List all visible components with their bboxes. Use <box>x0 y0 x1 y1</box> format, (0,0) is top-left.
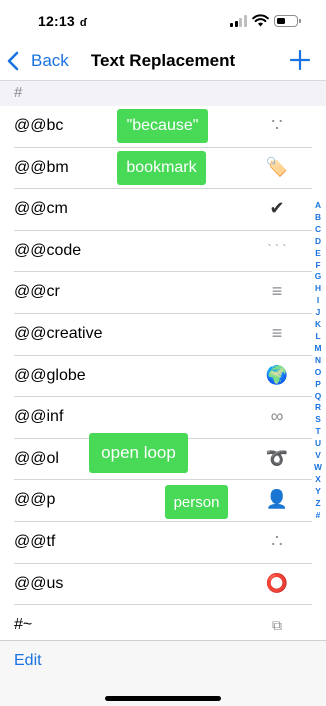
list-item[interactable]: @@creative ≡ <box>14 314 312 356</box>
tooltip-open-loop: open loop <box>89 433 188 473</box>
shortcut-label: @@p <box>14 491 56 509</box>
shortcut-label: @@globe <box>14 366 86 384</box>
list-item[interactable]: @@cr ≡ <box>14 272 312 314</box>
phrase-preview: ≡ <box>271 281 283 302</box>
index-letter[interactable]: O <box>315 367 322 379</box>
tooltip-bookmark: bookmark <box>117 151 206 185</box>
phrase-preview: ∴ <box>271 530 283 551</box>
phrase-preview: ∵ <box>271 115 283 135</box>
list-item[interactable]: @@code ` ` ` <box>14 231 312 273</box>
index-letter[interactable]: S <box>315 414 321 426</box>
index-letter[interactable]: H <box>315 283 321 295</box>
index-letter[interactable]: M <box>315 343 322 355</box>
list-item[interactable]: @@cm ✔ <box>14 189 312 231</box>
shortcut-label: @@bm <box>14 158 69 176</box>
phrase-preview: ⭕ <box>265 572 289 593</box>
phrase-preview: ≡ <box>271 322 283 343</box>
index-letter[interactable]: Q <box>315 391 322 403</box>
navigation-bar: Back Text Replacement <box>0 44 326 80</box>
wifi-icon <box>252 14 269 27</box>
index-letter[interactable]: L <box>315 331 320 343</box>
moon-icon: ɗ <box>79 17 87 29</box>
section-index[interactable]: A B C D E F G H I J K L M N O P Q R S T U V W X Y Z # <box>313 200 323 521</box>
index-letter[interactable]: V <box>315 450 321 462</box>
shortcut-label: #~ <box>14 616 33 634</box>
index-letter[interactable]: K <box>315 319 321 331</box>
back-button[interactable]: Back <box>6 46 69 76</box>
index-letter[interactable]: F <box>315 260 320 272</box>
shortcut-label: @@code <box>14 241 82 259</box>
phrase-preview: ➰ <box>265 447 289 468</box>
chevron-left-icon <box>7 51 19 71</box>
index-letter[interactable]: R <box>315 402 321 414</box>
index-letter[interactable]: B <box>315 212 321 224</box>
index-letter[interactable]: A <box>315 200 321 212</box>
index-letter[interactable]: G <box>315 271 322 283</box>
tooltip-because: "because" <box>117 109 208 143</box>
edit-button[interactable]: Edit <box>14 652 42 670</box>
index-letter[interactable]: X <box>315 474 321 486</box>
shortcut-label: @@cm <box>14 200 68 218</box>
list-item[interactable]: @@globe 🌍 <box>14 356 312 398</box>
list-item[interactable]: @@tf ∴ <box>14 522 312 564</box>
index-letter[interactable]: J <box>316 307 321 319</box>
phrase-preview: ` ` ` <box>267 241 287 256</box>
text-replacement-list: @@bc ∵ @@bm 🏷️ @@cm ✔ @@code ` ` ` @@cr ≡ @@c… <box>0 106 326 647</box>
back-label: Back <box>31 51 69 70</box>
status-time: 12:13 ɗ <box>38 13 87 29</box>
phrase-preview: 🌍 <box>265 364 289 385</box>
index-letter[interactable]: E <box>315 248 321 260</box>
bottom-toolbar: Edit <box>0 640 326 706</box>
shortcut-label: @@creative <box>14 324 103 342</box>
section-header: # <box>0 80 326 106</box>
shortcut-label: @@cr <box>14 283 60 301</box>
shortcut-label: @@tf <box>14 532 56 550</box>
index-letter[interactable]: # <box>316 510 321 522</box>
shortcut-label: @@us <box>14 574 64 592</box>
shortcut-label: @@inf <box>14 408 64 426</box>
status-bar: 12:13 ɗ <box>0 0 326 44</box>
phrase-preview: ✔ <box>269 198 285 219</box>
phrase-preview: 👤 <box>265 489 289 510</box>
phrase-preview: 🏷️ <box>265 156 289 177</box>
phrase-preview: ⧉ <box>272 617 282 634</box>
index-letter[interactable]: T <box>315 426 320 438</box>
list-item[interactable]: @@p 👤 <box>14 480 312 522</box>
index-letter[interactable]: W <box>314 462 322 474</box>
index-letter[interactable]: P <box>315 379 321 391</box>
plus-icon[interactable] <box>288 48 312 72</box>
cellular-signal-icon <box>230 15 247 27</box>
index-letter[interactable]: Z <box>315 498 320 510</box>
index-letter[interactable]: I <box>317 295 319 307</box>
shortcut-label: @@bc <box>14 117 64 134</box>
index-letter[interactable]: U <box>315 438 321 450</box>
index-letter[interactable]: N <box>315 355 321 367</box>
battery-icon <box>274 15 298 27</box>
home-indicator <box>105 696 221 701</box>
index-letter[interactable]: C <box>315 224 321 236</box>
index-letter[interactable]: Y <box>315 486 321 498</box>
index-letter[interactable]: D <box>315 236 321 248</box>
shortcut-label: @@ol <box>14 449 59 467</box>
list-item[interactable]: @@us ⭕ <box>14 564 312 606</box>
phrase-preview: ∞ <box>270 406 284 427</box>
tooltip-person: person <box>165 485 228 519</box>
